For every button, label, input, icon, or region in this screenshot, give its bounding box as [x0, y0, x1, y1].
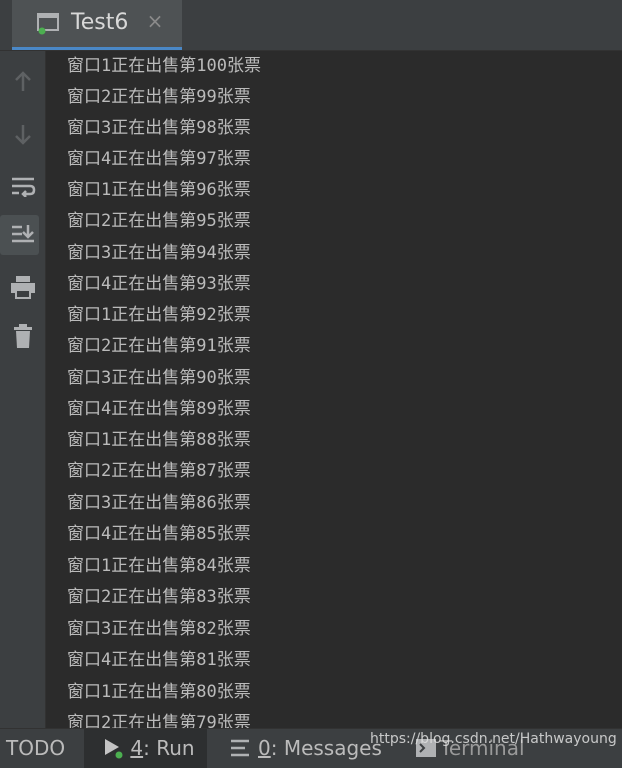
run-label: : Run — [143, 736, 195, 760]
messages-icon — [231, 739, 249, 757]
console-line: 窗口1正在出售第92张票 — [67, 305, 251, 325]
console-toolbar — [0, 51, 46, 728]
messages-label: : Messages — [270, 736, 382, 760]
console-line: 窗口2正在出售第83张票 — [67, 587, 251, 607]
print-icon — [10, 276, 35, 299]
up-button[interactable] — [0, 61, 45, 103]
print-button[interactable] — [0, 266, 45, 308]
console-line: 窗口3正在出售第98张票 — [67, 118, 251, 138]
console-line: 窗口4正在出售第85张票 — [67, 524, 251, 544]
down-button[interactable] — [0, 113, 45, 155]
run-tab[interactable]: 4: Run — [84, 729, 207, 768]
console-line: 窗口2正在出售第95张票 — [67, 211, 251, 231]
soft-wrap-icon — [11, 177, 35, 197]
console-line: 窗口1正在出售第100张票 — [67, 56, 261, 76]
console-line: 窗口2正在出售第87张票 — [67, 461, 251, 481]
run-icon — [105, 739, 123, 759]
run-config-tab[interactable]: Test6 × — [12, 0, 182, 50]
messages-shortcut: 0 — [258, 736, 271, 760]
messages-tab[interactable]: 0: Messages — [230, 729, 382, 768]
console-line: 窗口4正在出售第97张票 — [67, 149, 251, 169]
close-icon[interactable]: × — [145, 11, 165, 31]
scroll-to-end-icon — [11, 225, 34, 243]
todo-label: TODO — [6, 736, 66, 760]
console-line: 窗口1正在出售第96张票 — [67, 180, 251, 200]
trash-icon — [13, 324, 32, 348]
console-line: 窗口3正在出售第86张票 — [67, 493, 251, 513]
console-line: 窗口4正在出售第81张票 — [67, 650, 251, 670]
console-line: 窗口3正在出售第82张票 — [67, 619, 251, 639]
soft-wrap-button[interactable] — [0, 165, 45, 207]
arrow-up-icon — [14, 71, 31, 91]
scroll-to-end-button[interactable] — [0, 213, 45, 255]
console-line: 窗口2正在出售第91张票 — [67, 336, 251, 356]
console-line: 窗口1正在出售第88张票 — [67, 430, 251, 450]
console-line: 窗口3正在出售第94张票 — [67, 243, 251, 263]
console-line: 窗口2正在出售第99张票 — [67, 87, 251, 107]
console-output[interactable]: 窗口1正在出售第100张票 窗口2正在出售第99张票 窗口3正在出售第98张票 … — [46, 51, 622, 728]
console-line: 窗口4正在出售第89张票 — [67, 399, 251, 419]
console-line: 窗口1正在出售第80张票 — [67, 682, 251, 702]
console-line: 窗口2正在出售第79张票 — [67, 713, 251, 728]
watermark-text: https://blog.csdn.net/Hathwayoung — [370, 731, 617, 747]
console-line: 窗口1正在出售第84张票 — [67, 556, 251, 576]
console-line: 窗口4正在出售第93张票 — [67, 274, 251, 294]
tab-title: Test6 — [71, 10, 129, 35]
console-line: 窗口3正在出售第90张票 — [67, 368, 251, 388]
clear-all-button[interactable] — [0, 315, 45, 357]
run-shortcut: 4 — [130, 736, 144, 760]
run-config-icon — [36, 11, 60, 35]
todo-tab[interactable]: TODO — [6, 729, 65, 768]
tool-window-tabbar: Test6 × — [0, 0, 622, 51]
arrow-down-icon — [14, 125, 31, 145]
